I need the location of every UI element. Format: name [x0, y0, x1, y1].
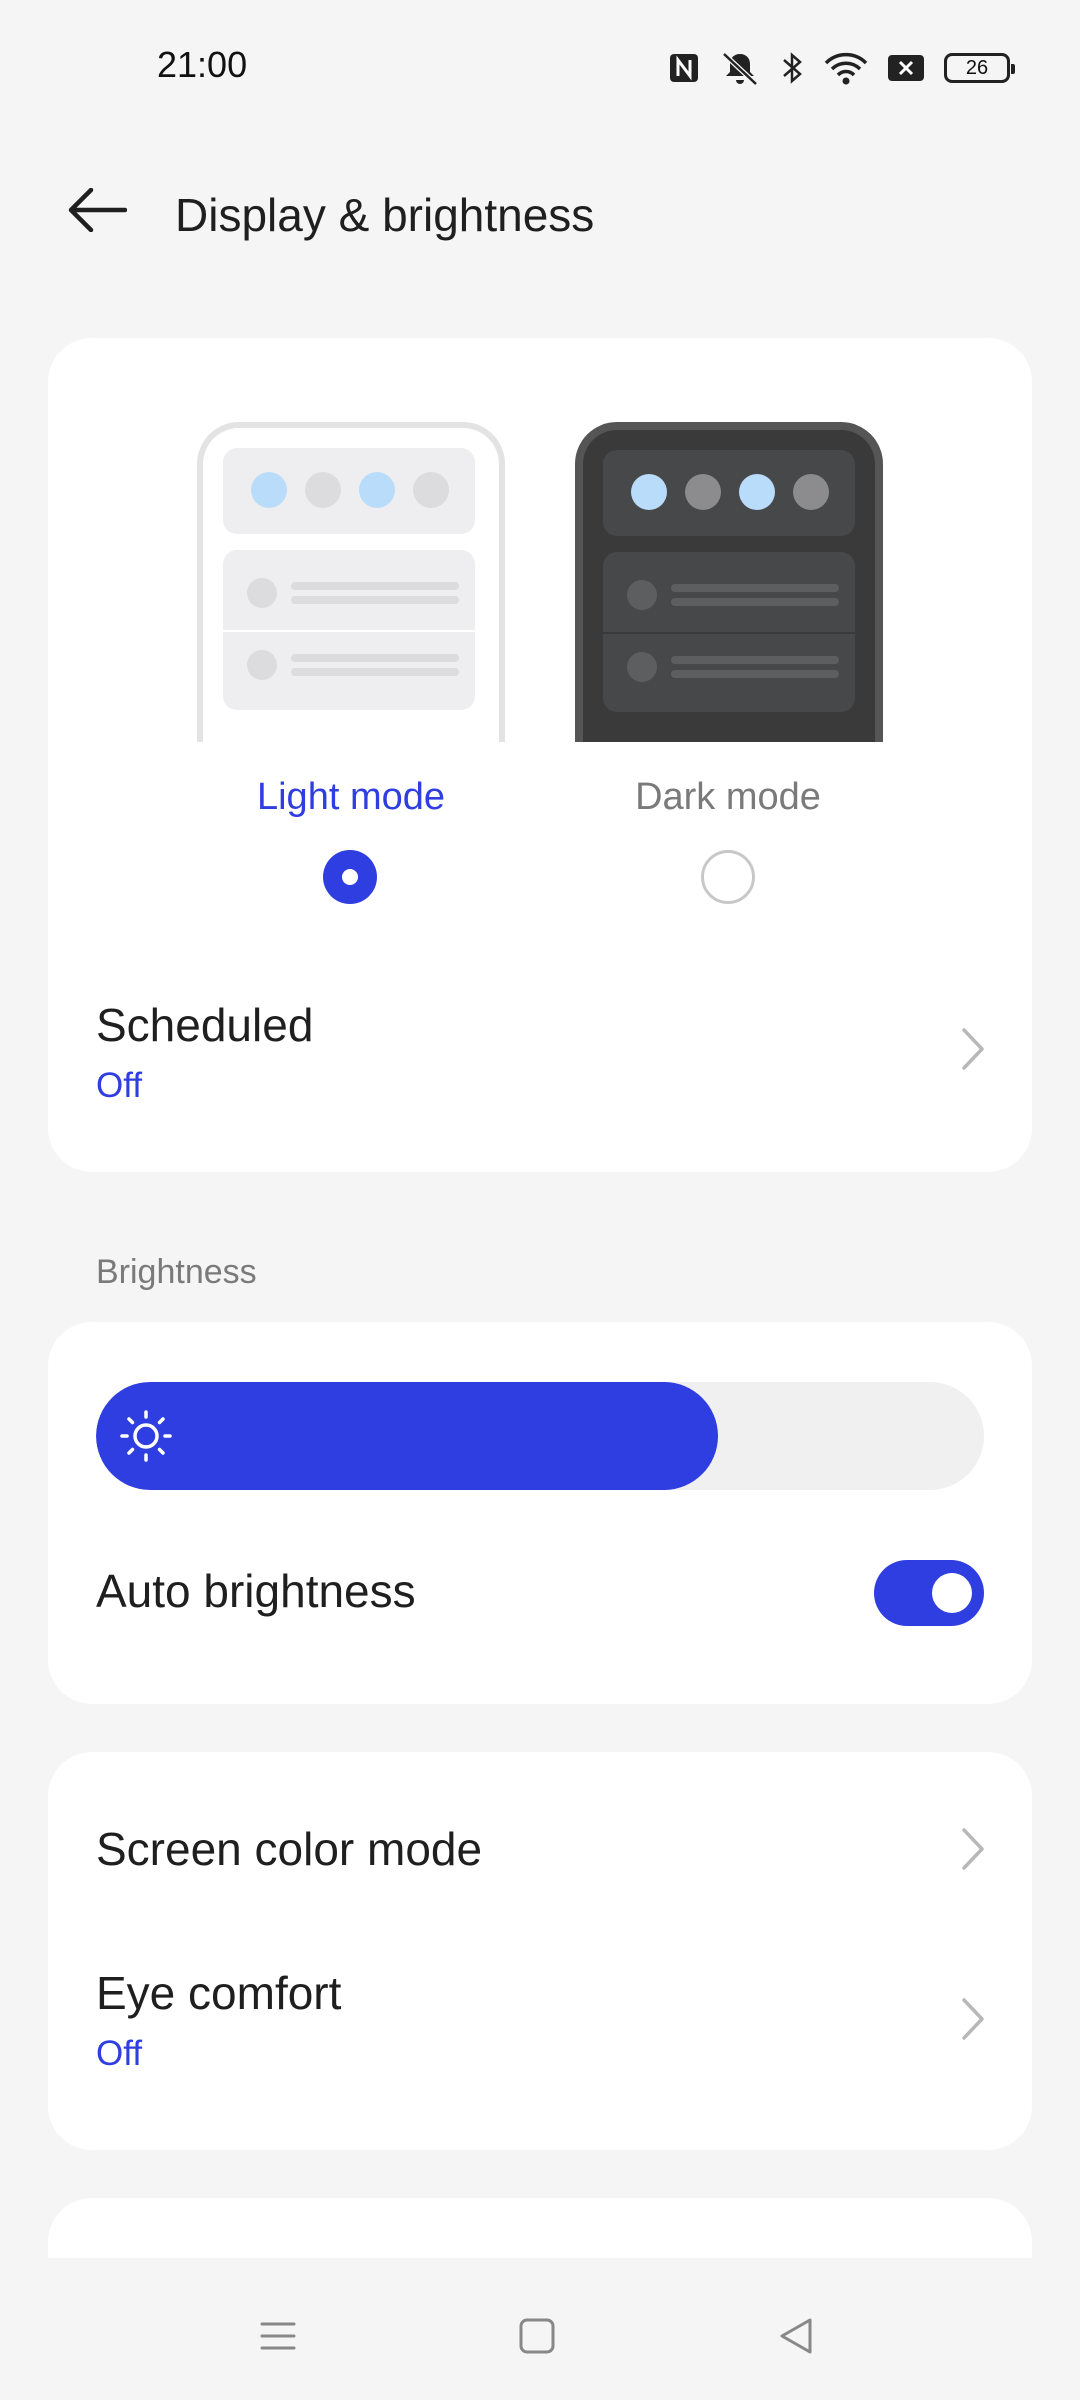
menu-icon	[260, 2322, 296, 2350]
battery-level: 26	[965, 56, 989, 79]
wifi-icon	[824, 51, 868, 85]
brightness-slider[interactable]	[96, 1382, 984, 1490]
light-mode-preview[interactable]	[197, 422, 505, 742]
status-bar: 21:00 26	[0, 0, 1080, 130]
theme-card: Light mode Dark mode Scheduled Off	[48, 338, 1032, 1172]
nfc-icon	[668, 52, 700, 84]
scheduled-row[interactable]: Scheduled Off	[48, 968, 1032, 1128]
battery-icon: 26	[944, 53, 1015, 83]
navigation-bar	[0, 2266, 1080, 2400]
dark-mode-preview[interactable]	[575, 422, 883, 742]
dark-mode-label[interactable]: Dark mode	[548, 776, 908, 819]
toggle-knob	[932, 1573, 972, 1613]
auto-brightness-title: Auto brightness	[96, 1565, 416, 1617]
chevron-right-icon	[962, 1998, 984, 2040]
auto-brightness-row[interactable]: Auto brightness	[48, 1532, 1032, 1652]
screen-color-mode-row[interactable]: Screen color mode	[48, 1792, 1032, 1902]
scheduled-value: Off	[96, 1066, 143, 1105]
brightness-card: Auto brightness	[48, 1322, 1032, 1704]
screen-color-mode-title: Screen color mode	[96, 1823, 483, 1875]
light-mode-radio[interactable]	[323, 850, 377, 904]
scheduled-title: Scheduled	[96, 999, 314, 1051]
back-icon	[780, 2318, 812, 2354]
auto-brightness-toggle[interactable]	[874, 1560, 984, 1626]
mute-icon	[720, 50, 760, 86]
status-time: 21:00	[157, 44, 248, 85]
chevron-right-icon	[962, 1028, 984, 1070]
sun-icon	[120, 1410, 172, 1462]
next-settings-card	[48, 2198, 1032, 2258]
eye-comfort-row[interactable]: Eye comfort Off	[48, 1942, 1032, 2102]
app-header: Display & brightness	[0, 160, 1080, 260]
eye-comfort-value: Off	[96, 2034, 143, 2073]
brightness-section-label: Brightness	[96, 1253, 257, 1291]
display-options-card: Screen color mode Eye comfort Off	[48, 1752, 1032, 2150]
no-sim-icon	[888, 53, 924, 83]
light-mode-label[interactable]: Light mode	[171, 776, 531, 819]
bluetooth-icon	[780, 50, 804, 86]
recent-apps-button[interactable]	[238, 2306, 318, 2366]
arrow-left-icon	[68, 188, 127, 232]
chevron-right-icon	[962, 1828, 984, 1870]
home-button[interactable]	[497, 2306, 577, 2366]
status-icons: 26	[668, 48, 1015, 88]
back-button[interactable]	[52, 175, 142, 245]
brightness-slider-fill	[96, 1382, 718, 1490]
dark-mode-radio[interactable]	[701, 850, 755, 904]
eye-comfort-title: Eye comfort	[96, 1967, 342, 2019]
page-title: Display & brightness	[175, 189, 595, 241]
system-back-button[interactable]	[756, 2306, 836, 2366]
home-icon	[519, 2318, 555, 2354]
